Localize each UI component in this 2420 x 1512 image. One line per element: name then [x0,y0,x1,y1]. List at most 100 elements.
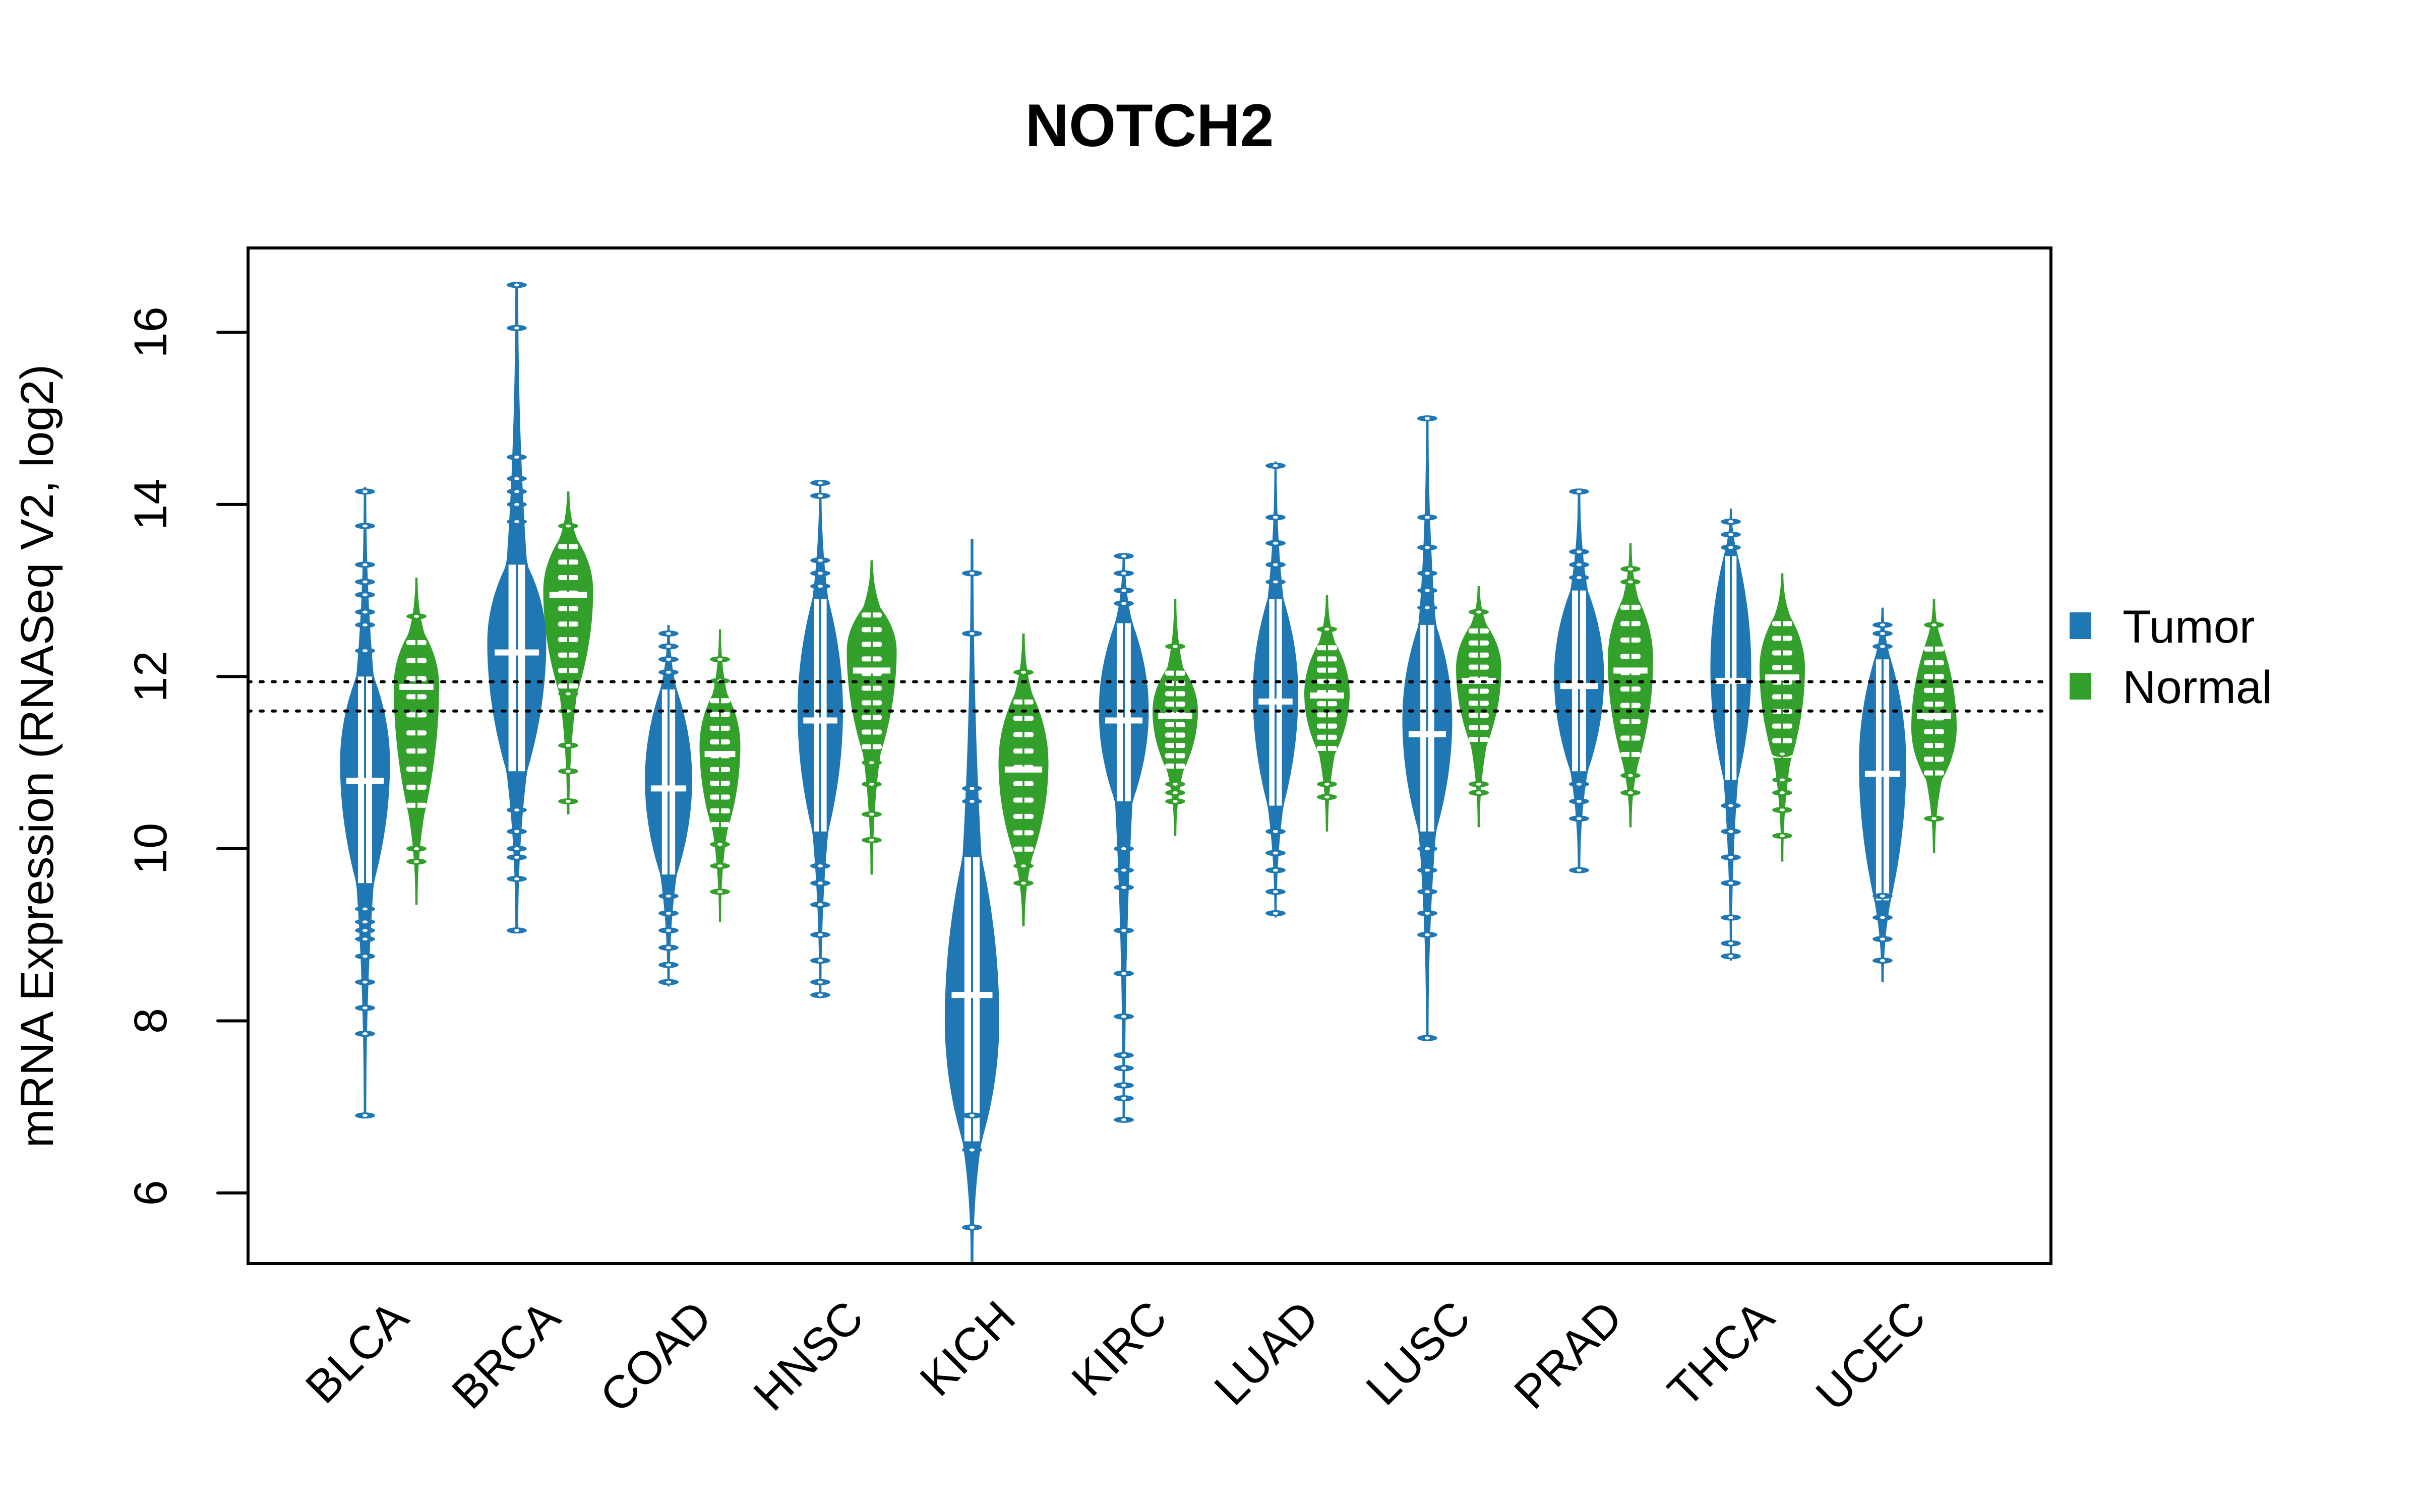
outlier-point-center [1577,563,1582,566]
outlier-point-center [1577,782,1582,786]
outlier-point-center [717,864,722,868]
median-line [1158,713,1192,719]
outlier-point-center [514,283,519,287]
outlier-point-center [666,980,671,984]
outlier-point-center [1577,800,1582,803]
outlier-point-center [666,929,671,932]
outlier-point-center [1273,851,1278,855]
outlier-point-center [1273,580,1278,584]
outlier-point-center [818,959,823,962]
y-axis-label: mRNA Expression (RNASeq V2, log2) [12,364,63,1148]
median-line [1258,698,1293,705]
chart-title: NOTCH2 [1025,92,1274,159]
outlier-point-center [566,800,571,803]
outlier-point-center [1425,1036,1430,1040]
outlier-point-center [1476,791,1481,794]
outlier-point-center [1628,580,1633,584]
outlier-point-center [1880,632,1885,636]
outlier-point-center [1780,834,1785,838]
outlier-point-center [566,524,571,528]
outlier-point-center [1628,567,1633,571]
outlier-point-center [970,787,975,790]
median-line [951,992,993,998]
outlier-point-center [1324,782,1329,786]
outlier-point-center [1121,868,1126,872]
outlier-point-center [1425,847,1430,850]
outlier-point-center [1425,868,1430,872]
outlier-point-center [717,890,722,894]
outlier-point-center [1425,572,1430,575]
median-line [1462,677,1496,684]
outlier-point-center [818,585,823,588]
outlier-point-center [514,326,519,330]
outlier-point-center [362,563,368,566]
outlier-point-center [1173,791,1178,794]
outlier-point-center [666,645,671,648]
outlier-point-center [1880,937,1885,941]
outlier-point-center [1476,782,1481,786]
outlier-point-center [1121,1097,1126,1100]
outlier-point-center [818,980,823,984]
outlier-point-center [1121,972,1126,975]
outlier-point-center [1880,894,1885,898]
outlier-point-center [514,830,519,833]
outlier-point-center [362,593,368,597]
outlier-point-center [362,1114,368,1117]
outlier-point-center [514,455,519,459]
median-line [1864,771,1901,777]
outlier-point-center [414,614,419,618]
outlier-point-center [1425,606,1430,609]
median-line [1613,667,1648,674]
outlier-point-center [1728,533,1733,536]
outlier-point-center [1425,589,1430,592]
outlier-point-center [1628,774,1633,777]
outlier-point-center [818,933,823,936]
outlier-point-center [1780,752,1785,756]
outlier-point-center [1425,933,1430,936]
outlier-point-center [362,920,368,924]
outlier-point-center [362,610,368,614]
outlier-point-center [414,847,419,850]
outlier-point-center [1324,795,1329,799]
outlier-point-center [666,963,671,967]
outlier-point-center [717,843,722,846]
outlier-point-center [1728,520,1733,524]
outlier-point-center [1121,929,1126,932]
outlier-point-center [1324,627,1329,631]
outlier-point-center [1121,589,1126,592]
outlier-point-center [970,800,975,803]
outlier-point-center [970,1226,975,1229]
outlier-point-center [1425,417,1430,420]
outlier-point-center [1728,830,1733,833]
outlier-point-center [1121,1053,1126,1057]
outlier-point-center [1121,847,1126,850]
outlier-point-center [362,580,368,584]
outlier-point-center [1780,791,1785,794]
outlier-point-center [1425,546,1430,549]
outlier-point-center [869,838,874,842]
legend-label-tumor: Tumor [2123,601,2255,653]
outlier-point-center [1273,464,1278,468]
outlier-point-center [666,658,671,661]
outlier-point-center [1728,881,1733,885]
outlier-point-center [1273,563,1278,566]
outlier-point-center [818,903,823,906]
outlier-point-center [1577,550,1582,553]
outlier-point-center [1880,645,1885,648]
outlier-point-center [1173,800,1178,803]
median-line [1105,717,1143,724]
outlier-point-center [1425,890,1430,894]
outlier-point-center [362,980,368,984]
median-line [346,778,384,784]
y-tick-label: 10 [125,823,176,874]
outlier-point-center [1173,645,1178,648]
median-line [1004,766,1043,773]
violin-chart: NOTCH2 6810121416 BLCA BRCA COAD HNSC KICH KI… [0,0,2420,1512]
outlier-point-center [362,623,368,626]
outlier-point-center [1273,516,1278,519]
median-line [1715,677,1746,684]
y-tick-label: 8 [125,1008,176,1034]
outlier-point-center [1728,856,1733,859]
outlier-point-center [818,494,823,497]
outlier-point-center [1273,890,1278,894]
